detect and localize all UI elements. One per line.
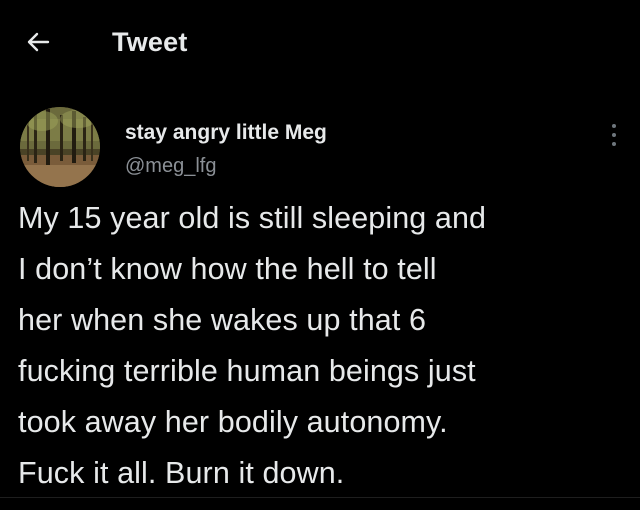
more-vertical-icon (612, 124, 616, 128)
author-handle[interactable]: @meg_lfg (125, 155, 216, 178)
arrow-left-icon (27, 32, 50, 52)
more-vertical-icon (612, 142, 616, 146)
tweet-header: Tweet (0, 0, 640, 88)
divider (0, 497, 640, 498)
forest-photo-avatar (20, 107, 100, 187)
back-button[interactable] (22, 26, 54, 58)
more-vertical-icon (612, 133, 616, 137)
tweet-body-text: My 15 year old is still sleeping and I d… (18, 201, 487, 490)
page-title: Tweet (112, 27, 188, 57)
more-options-button[interactable] (604, 120, 624, 150)
author-display-name[interactable]: stay angry little Meg (125, 121, 327, 145)
avatar[interactable] (20, 107, 100, 187)
